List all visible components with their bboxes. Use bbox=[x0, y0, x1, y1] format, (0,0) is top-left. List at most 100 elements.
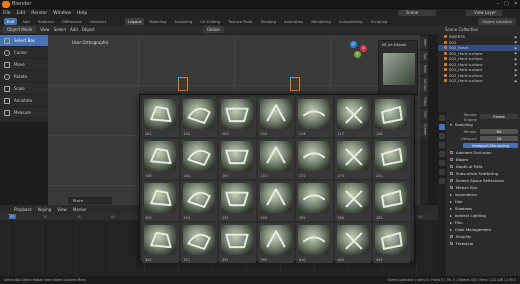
maximize-button[interactable]: □ bbox=[504, 1, 509, 7]
menu-file[interactable]: File bbox=[3, 11, 11, 16]
section-hair[interactable]: ▸ Hair bbox=[447, 198, 520, 205]
menu-view[interactable]: View bbox=[40, 27, 50, 32]
checkbox[interactable] bbox=[450, 172, 453, 175]
asset-tile[interactable]: 150 bbox=[219, 139, 256, 179]
asset-tile[interactable]: 210 bbox=[180, 181, 217, 221]
mode-add[interactable]: Add bbox=[19, 18, 32, 25]
menu-add[interactable]: Add bbox=[70, 27, 78, 32]
menu-view-timeline[interactable]: View bbox=[57, 207, 67, 212]
checkbox[interactable] bbox=[450, 151, 453, 154]
world-props-icon[interactable] bbox=[439, 160, 445, 166]
eye-icon[interactable]: ◉ bbox=[514, 40, 517, 44]
tool-props-icon[interactable] bbox=[439, 115, 445, 121]
render-samples-field[interactable]: 64 bbox=[480, 129, 518, 134]
asset-tile[interactable]: 104 bbox=[257, 97, 294, 137]
section-ambient-occlusion[interactable]: Ambient Occlusion bbox=[447, 149, 520, 156]
asset-tile[interactable]: 390 bbox=[257, 223, 294, 263]
asset-tile[interactable]: 205 bbox=[142, 181, 179, 221]
eye-icon[interactable]: ◉ bbox=[514, 79, 517, 83]
gizmo-z-axis[interactable]: Z bbox=[350, 41, 357, 48]
outliner-row[interactable]: 002_Hard surface ◉ bbox=[438, 78, 520, 84]
asset-preview-thumbnail[interactable] bbox=[383, 53, 415, 85]
asset-tile[interactable]: 410 bbox=[296, 223, 333, 263]
asset-tile[interactable]: 175 bbox=[334, 139, 371, 179]
mode-difference[interactable]: Difference bbox=[59, 18, 85, 25]
tab-uv-editing[interactable]: UV Editing bbox=[197, 18, 223, 25]
tab-shading[interactable]: Shading bbox=[258, 18, 279, 25]
mode-subtract[interactable]: Subtract bbox=[35, 18, 57, 25]
asset-tile[interactable]: 114 bbox=[296, 97, 333, 137]
menu-object[interactable]: Object bbox=[82, 27, 95, 32]
section-indirect-lighting[interactable]: ▸ Indirect Lighting bbox=[447, 212, 520, 219]
asset-tile[interactable]: 141 bbox=[180, 139, 217, 179]
sidebar-tab-item[interactable]: Item bbox=[420, 37, 428, 49]
eye-icon[interactable]: ◉ bbox=[514, 46, 517, 50]
tab-animation[interactable]: Animation bbox=[281, 18, 306, 25]
tab-rendering[interactable]: Rendering bbox=[308, 18, 333, 25]
eye-icon[interactable]: ◉ bbox=[514, 35, 517, 39]
tab-modeling[interactable]: Modeling bbox=[146, 18, 169, 25]
sidebar-tab-hops[interactable]: HOps bbox=[420, 94, 428, 108]
tool-cursor[interactable]: Cursor bbox=[0, 47, 48, 59]
asset-tile[interactable]: 101 bbox=[142, 97, 179, 137]
asset-tile[interactable]: 455 bbox=[373, 223, 410, 263]
tool-move[interactable]: Move bbox=[0, 59, 48, 71]
tab-texture-paint[interactable]: Texture Paint bbox=[225, 18, 256, 25]
asset-tile[interactable]: 311 bbox=[180, 223, 217, 263]
menu-edit[interactable]: Edit bbox=[17, 11, 26, 16]
eye-icon[interactable]: ◉ bbox=[514, 57, 517, 61]
sidebar-tab-edit[interactable]: Edit bbox=[420, 109, 428, 120]
section-depth-of-field[interactable]: Depth of Field bbox=[447, 163, 520, 170]
asset-tile[interactable]: 201 bbox=[373, 139, 410, 179]
menu-select[interactable]: Select bbox=[54, 27, 66, 32]
modifier-props-icon[interactable] bbox=[439, 178, 445, 184]
asset-tile[interactable]: 445 bbox=[334, 223, 371, 263]
gizmo-x-axis[interactable]: X bbox=[360, 45, 367, 52]
asset-tile[interactable]: 260 bbox=[334, 181, 371, 221]
output-props-icon[interactable] bbox=[439, 133, 445, 139]
object-props-icon[interactable] bbox=[439, 169, 445, 175]
menu-window[interactable]: Window bbox=[53, 11, 71, 16]
asset-tile[interactable]: 252 bbox=[296, 181, 333, 221]
close-button[interactable]: ✕ bbox=[514, 1, 518, 7]
sidebar-tab-create[interactable]: Create bbox=[420, 121, 428, 137]
minimize-button[interactable]: – bbox=[497, 1, 500, 7]
asset-tile[interactable]: 302 bbox=[142, 223, 179, 263]
asset-tile[interactable]: 172 bbox=[296, 139, 333, 179]
asset-tile[interactable]: 153 bbox=[257, 139, 294, 179]
asset-tile[interactable]: 128 bbox=[373, 97, 410, 137]
asset-tile[interactable]: 102 bbox=[180, 97, 217, 137]
tool-measure[interactable]: Measure bbox=[0, 107, 48, 119]
section-color-management[interactable]: ▸ Color Management bbox=[447, 226, 520, 233]
section-volumetrics[interactable]: ▸ Volumetrics bbox=[447, 191, 520, 198]
mode-dropdown[interactable]: Object Mode bbox=[3, 26, 37, 33]
section-shadows[interactable]: ▸ Shadows bbox=[447, 205, 520, 212]
section-film[interactable]: ▸ Film bbox=[447, 219, 520, 226]
checkbox[interactable] bbox=[450, 179, 453, 182]
gizmo-y-axis[interactable]: Y bbox=[354, 51, 361, 58]
tool-rotate[interactable]: Rotate bbox=[0, 71, 48, 83]
eye-icon[interactable]: ◉ bbox=[514, 73, 517, 77]
asset-tile[interactable]: 117 bbox=[334, 97, 371, 137]
menu-render[interactable]: Render bbox=[31, 11, 47, 16]
tool-scale[interactable]: Scale bbox=[0, 83, 48, 95]
section-ssr[interactable]: Screen Space Reflections bbox=[447, 177, 520, 184]
asset-tile[interactable]: 352 bbox=[219, 223, 256, 263]
section-subsurface[interactable]: Subsurface Scattering bbox=[447, 170, 520, 177]
mode-intersect[interactable]: Intersect bbox=[86, 18, 109, 25]
sidebar-tab-view[interactable]: View bbox=[420, 62, 428, 75]
sidebar-tab-tool[interactable]: Tool bbox=[420, 50, 428, 61]
tab-scripting[interactable]: Scripting bbox=[368, 18, 391, 25]
checkbox[interactable] bbox=[450, 186, 453, 189]
tab-sculpting[interactable]: Sculpting bbox=[172, 18, 196, 25]
sidebar-tab-kitops[interactable]: Kit Ops bbox=[420, 76, 428, 93]
render-props-icon[interactable] bbox=[439, 124, 445, 130]
section-motion-blur[interactable]: Motion Blur bbox=[447, 184, 520, 191]
last-operator-panel[interactable]: Place bbox=[68, 197, 112, 204]
checkbox[interactable] bbox=[450, 242, 453, 245]
viewport-samples-field[interactable]: 16 bbox=[480, 136, 518, 141]
menu-marker[interactable]: Marker bbox=[73, 207, 87, 212]
checkbox[interactable] bbox=[450, 235, 453, 238]
menu-playback[interactable]: Playback bbox=[14, 207, 32, 212]
eye-icon[interactable]: ◉ bbox=[514, 68, 517, 72]
